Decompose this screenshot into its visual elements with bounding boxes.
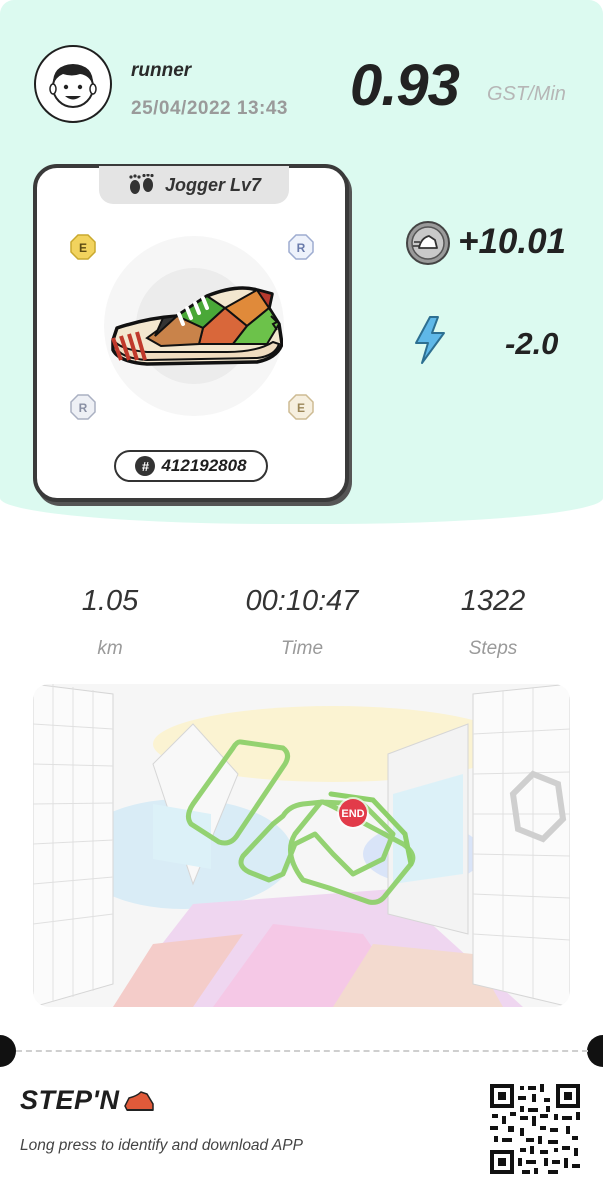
route-end-marker: END [341, 808, 364, 820]
stat-time-value: 00:10:47 [245, 585, 359, 617]
stat-steps-value: 1322 [460, 585, 526, 617]
stat-distance-value: 1.05 [81, 585, 139, 617]
socket-gem-icon: E [288, 394, 314, 420]
stepn-logo: STEP'N [20, 1085, 155, 1116]
ticket-notch-left [0, 1035, 16, 1067]
download-hint: Long press to identify and download APP [20, 1137, 303, 1154]
sneaker-level-label: Jogger Lv7 [164, 174, 262, 195]
sneaker-logo-icon [124, 1090, 155, 1111]
socket-label: E [297, 401, 305, 415]
socket-gem-icon: R [70, 394, 96, 420]
earning-rate-value: 0.93 [350, 53, 460, 118]
socket-label: E [79, 241, 87, 255]
sneaker-level-tag: Jogger Lv7 [99, 166, 289, 204]
sneaker-image [111, 286, 283, 366]
lightning-icon [415, 316, 445, 364]
qr-code[interactable] [488, 1082, 582, 1176]
earning-rate-unit: GST/Min [487, 83, 566, 105]
stat-time-label: Time [280, 638, 324, 659]
stat-distance: 1.05 km [10, 585, 210, 660]
stat-time: 00:10:47 Time [202, 585, 402, 660]
run-datetime: 25/04/2022 13:43 [131, 98, 288, 119]
avatar [34, 45, 112, 123]
sneaker-id: 412192808 [161, 456, 247, 475]
gst-earned: +10.01 [458, 222, 567, 261]
route-map: END [33, 684, 570, 1007]
socket-label: R [297, 241, 306, 255]
username: runner [131, 60, 192, 81]
gst-coin-icon [406, 221, 450, 265]
ticket-divider [16, 1050, 588, 1052]
sneaker-id-badge: # 412192808 [114, 450, 268, 482]
hash-icon: # [135, 456, 156, 476]
sneaker-card: Jogger Lv7 E R R E # 412192808 [33, 164, 349, 502]
energy-spent: -2.0 [505, 326, 559, 361]
socket-gem-icon: E [70, 234, 96, 260]
stat-distance-label: km [97, 638, 123, 659]
stat-steps-label: Steps [468, 638, 518, 659]
socket-gem-icon: R [288, 234, 314, 260]
stepn-logo-text: STEP'N [20, 1085, 120, 1115]
stat-steps: 1322 Steps [393, 585, 593, 660]
footprints-icon [129, 174, 154, 194]
socket-label: R [79, 401, 88, 415]
route-map-illustration: END [33, 684, 570, 1007]
ticket-notch-right [587, 1035, 603, 1067]
